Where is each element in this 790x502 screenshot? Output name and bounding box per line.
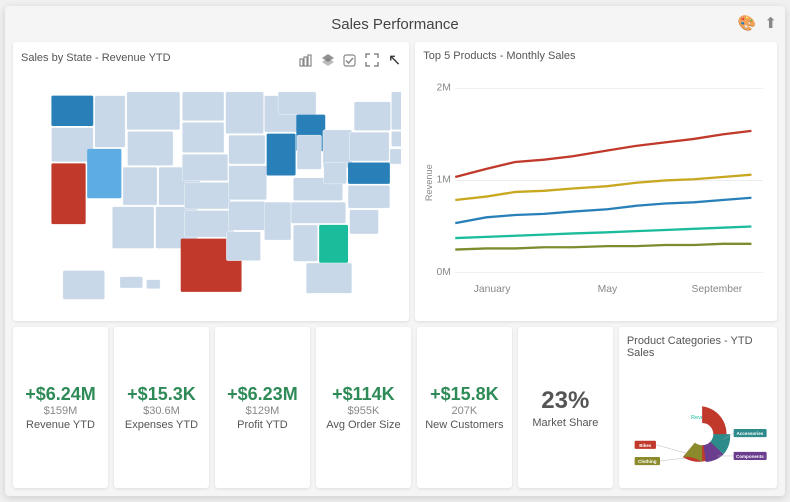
cursor-icon: ↖ [388, 50, 401, 70]
svg-text:Clothing: Clothing [638, 459, 657, 464]
line-chart: 2M 1M 0M Revenue January May September [423, 66, 769, 311]
kpi-expenses-label: Expenses YTD [125, 419, 198, 431]
palette-icon[interactable]: 🎨 [738, 14, 757, 32]
kpi-expenses-ytd: +$15.3K $30.6M Expenses YTD [114, 327, 209, 488]
kpi-avg-order-base: $955K [347, 405, 379, 417]
map-card-tools: ↖ [298, 50, 401, 70]
top-row: Sales by State - Revenue YTD ↖ [13, 42, 777, 321]
kpi-expenses-delta: +$15.3K [127, 384, 196, 405]
kpi-new-customers-base: 207K [452, 405, 478, 417]
kpi-revenue-delta: +$6.24M [25, 384, 96, 405]
svg-text:Accessories: Accessories [736, 431, 763, 436]
share-tool-icon[interactable] [298, 52, 314, 68]
kpi-new-customers-delta: +$15.8K [430, 384, 499, 405]
us-map [21, 74, 401, 315]
share-icon[interactable]: ⬆ [764, 14, 777, 32]
kpi-market-share-label: Market Share [532, 417, 598, 429]
svg-text:Components: Components [736, 454, 764, 459]
line-card-title: Top 5 Products - Monthly Sales [423, 50, 769, 62]
map-card-header: Sales by State - Revenue YTD ↖ [21, 50, 401, 70]
svg-text:September: September [692, 284, 743, 295]
kpi-profit-label: Profit YTD [237, 419, 288, 431]
dashboard-title: Sales Performance [331, 14, 459, 37]
kpi-market-share: 23% Market Share [518, 327, 613, 488]
kpi-new-customers-label: New Customers [425, 419, 503, 431]
expand-tool-icon[interactable] [364, 52, 380, 68]
kpi-market-share-value: 23% [541, 387, 589, 415]
kpi-revenue-label: Revenue YTD [26, 419, 95, 431]
svg-text:1M: 1M [437, 175, 451, 186]
svg-text:January: January [474, 284, 512, 295]
bottom-row: +$6.24M $159M Revenue YTD +$15.3K $30.6M… [13, 327, 777, 488]
kpi-avg-order-label: Avg Order Size [326, 419, 400, 431]
pie-card-title: Product Categories - YTD Sales [627, 335, 769, 359]
pie-chart: Revenue Bikes Accessories [627, 363, 769, 490]
dashboard: Sales Performance 🎨 ⬆ Sales by State - R… [5, 6, 785, 496]
kpi-profit-delta: +$6.23M [227, 384, 298, 405]
kpi-revenue-base: $159M [44, 405, 78, 417]
svg-text:2M: 2M [437, 83, 451, 94]
svg-text:0M: 0M [437, 267, 451, 278]
map-card: Sales by State - Revenue YTD ↖ [13, 42, 409, 321]
kpi-profit-ytd: +$6.23M $129M Profit YTD [215, 327, 310, 488]
kpi-new-customers: +$15.8K 207K New Customers [417, 327, 512, 488]
line-card: Top 5 Products - Monthly Sales 2M 1M 0M … [415, 42, 777, 321]
kpi-avg-order-delta: +$114K [332, 384, 395, 405]
kpi-profit-base: $129M [246, 405, 280, 417]
checkbox-tool-icon[interactable] [342, 52, 358, 68]
svg-text:Revenue: Revenue [425, 164, 435, 201]
svg-text:May: May [598, 284, 618, 295]
map-card-title: Sales by State - Revenue YTD [21, 52, 171, 64]
svg-text:Bikes: Bikes [639, 443, 652, 448]
dashboard-header-icons: 🎨 ⬆ [738, 14, 777, 32]
layers-tool-icon[interactable] [320, 52, 336, 68]
kpi-revenue-ytd: +$6.24M $159M Revenue YTD [13, 327, 108, 488]
pie-card: Product Categories - YTD Sales Revenue [619, 327, 777, 488]
kpi-avg-order: +$114K $955K Avg Order Size [316, 327, 411, 488]
kpi-expenses-base: $30.6M [143, 405, 180, 417]
